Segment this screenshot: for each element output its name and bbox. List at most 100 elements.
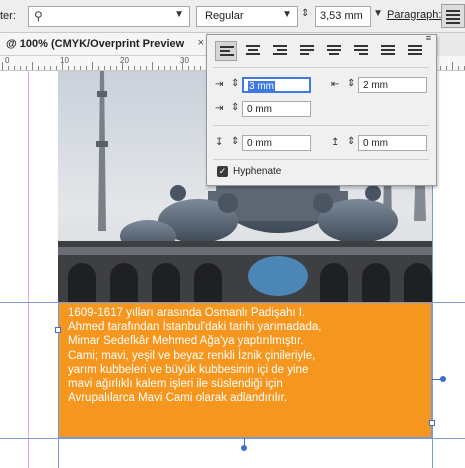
ruler-tick xyxy=(188,66,189,70)
ruler-tick xyxy=(128,66,129,70)
divider xyxy=(213,67,429,68)
right-indent-value: 2 mm xyxy=(363,80,388,91)
leading-field[interactable]: ⇕ 3,53 mm ▼ xyxy=(301,6,383,27)
ruler-tick xyxy=(146,66,147,70)
ruler-tick xyxy=(116,66,117,70)
text-line: Cami; mavi, yeşil ve beyaz renkli İznik … xyxy=(68,349,316,362)
chevron-down-icon[interactable]: ▼ xyxy=(174,9,184,20)
left-indent-value: 3 mm xyxy=(248,81,275,92)
first-line-indent-value: 0 mm xyxy=(247,104,272,115)
ruler-tick xyxy=(104,66,105,70)
text-line: Ahmed tarafından İstanbul'daki tarihi ya… xyxy=(68,321,322,334)
space-before-icon: ↧ xyxy=(215,137,224,148)
paragraph-link[interactable]: Paragraph: xyxy=(387,9,441,21)
ruler-tick xyxy=(50,66,51,70)
space-after-field[interactable]: ↥ ⇕ 0 mm xyxy=(331,135,431,152)
justify-center-button[interactable] xyxy=(323,41,345,61)
first-line-indent-icon: ⇥ xyxy=(215,103,224,114)
stepper-icon[interactable]: ⇕ xyxy=(347,78,355,89)
document-tab[interactable]: @ 100% (CMYK/Overprint Preview × xyxy=(0,33,208,56)
first-line-indent-input[interactable]: 0 mm xyxy=(242,101,311,117)
divider xyxy=(213,125,429,126)
ruler-tick xyxy=(200,66,201,70)
hyphenate-label: Hyphenate xyxy=(233,166,282,177)
align-center-button[interactable] xyxy=(242,41,264,61)
right-indent-icon: ⇤ xyxy=(331,79,340,90)
control-bar: ter: ⚲ ▼ Regular ▼ ⇕ 3,53 mm ▼ Paragraph… xyxy=(0,0,465,33)
ruler-tick xyxy=(44,66,45,70)
ruler-tick xyxy=(152,62,153,70)
stepper-icon[interactable]: ⇕ xyxy=(231,78,239,89)
align-left-button[interactable] xyxy=(215,41,237,61)
text-line: Mimar Sedefkâr Mehmed Ağa'ya yaptırılmış… xyxy=(68,335,304,348)
ruler-tick xyxy=(2,62,3,70)
space-after-input[interactable]: 0 mm xyxy=(358,135,427,151)
document-title: @ 100% (CMYK/Overprint Preview xyxy=(6,38,185,50)
chevron-down-icon[interactable]: ▼ xyxy=(373,8,383,19)
text-line: Avrupalılarca Mavi Cami olarak adlandırı… xyxy=(68,392,288,405)
ruler-tick xyxy=(26,66,27,70)
ruler-tick xyxy=(176,66,177,70)
filter-label: ter: xyxy=(0,10,16,22)
chevron-down-icon[interactable]: ▼ xyxy=(282,9,292,20)
guide-line xyxy=(28,71,29,468)
alignment-buttons xyxy=(215,41,429,61)
close-icon[interactable]: × xyxy=(198,37,204,49)
space-before-input[interactable]: 0 mm xyxy=(242,135,311,151)
text-frame[interactable]: 1609-1617 yılları arasında Osmanlı Padiş… xyxy=(58,302,432,438)
leading-value: 3,53 mm xyxy=(320,10,363,22)
left-indent-field[interactable]: ⇥ ⇕ 3 mm xyxy=(215,77,315,94)
ruler-tick xyxy=(140,66,141,70)
body-text[interactable]: 1609-1617 yılları arasında Osmanlı Padiş… xyxy=(68,306,418,405)
stepper-icon[interactable]: ⇕ xyxy=(347,136,355,147)
paragraph-align-icon xyxy=(446,10,460,26)
ruler-tick xyxy=(68,66,69,70)
ruler-tick xyxy=(56,66,57,70)
font-style-select[interactable]: Regular ▼ xyxy=(196,6,298,27)
right-indent-field[interactable]: ⇤ ⇕ 2 mm xyxy=(331,77,431,94)
ruler-tick xyxy=(452,62,453,70)
paragraph-panel: ≡ ⇥ ⇕ 3 mm ⇤ ⇕ 2 mm ⇥ ⇕ 0 mm ↧ ⇕ 0 mm ↥ … xyxy=(206,33,437,186)
ruler-tick xyxy=(74,66,75,70)
divider xyxy=(213,159,429,160)
ruler-tick xyxy=(122,62,123,70)
justify-left-button[interactable] xyxy=(296,41,318,61)
ruler-label: 0 xyxy=(5,56,10,65)
justify-all-button[interactable] xyxy=(377,41,399,61)
connector-line xyxy=(244,438,245,448)
ruler-tick xyxy=(194,66,195,70)
ruler-tick xyxy=(170,66,171,70)
search-icon: ⚲ xyxy=(34,9,43,23)
ruler-tick xyxy=(92,62,93,70)
ruler-tick xyxy=(8,66,9,70)
connector-line xyxy=(432,379,446,380)
ruler-tick xyxy=(440,66,441,70)
ruler-tick xyxy=(98,66,99,70)
frame-handle[interactable] xyxy=(55,327,61,333)
space-before-value: 0 mm xyxy=(247,138,272,149)
hyphenate-checkbox[interactable]: ✓ xyxy=(217,166,228,177)
align-spine-button[interactable] xyxy=(404,41,426,61)
ruler-tick xyxy=(446,66,447,70)
stepper-icon[interactable]: ⇕ xyxy=(231,102,239,113)
paragraph-panel-button[interactable] xyxy=(441,4,465,28)
frame-handle[interactable] xyxy=(429,420,435,426)
ruler-tick xyxy=(14,66,15,70)
leading-input[interactable]: 3,53 mm xyxy=(315,6,371,27)
space-before-field[interactable]: ↧ ⇕ 0 mm xyxy=(215,135,315,152)
align-right-button[interactable] xyxy=(269,41,291,61)
ruler-tick xyxy=(86,66,87,70)
left-indent-input[interactable]: 3 mm xyxy=(242,77,311,93)
ruler-tick xyxy=(182,62,183,70)
font-search-field[interactable]: ⚲ ▼ xyxy=(28,6,190,27)
right-indent-input[interactable]: 2 mm xyxy=(358,77,427,93)
first-line-indent-field[interactable]: ⇥ ⇕ 0 mm xyxy=(215,101,315,118)
stepper-icon[interactable]: ⇕ xyxy=(301,8,309,19)
text-line: yarım kubbeleri ve büyük kubbesinin içi … xyxy=(68,363,309,376)
space-after-icon: ↥ xyxy=(331,137,340,148)
stepper-icon[interactable]: ⇕ xyxy=(231,136,239,147)
ruler-tick xyxy=(158,66,159,70)
guide-line xyxy=(0,438,465,439)
ruler-tick xyxy=(458,66,459,70)
justify-right-button[interactable] xyxy=(350,41,372,61)
